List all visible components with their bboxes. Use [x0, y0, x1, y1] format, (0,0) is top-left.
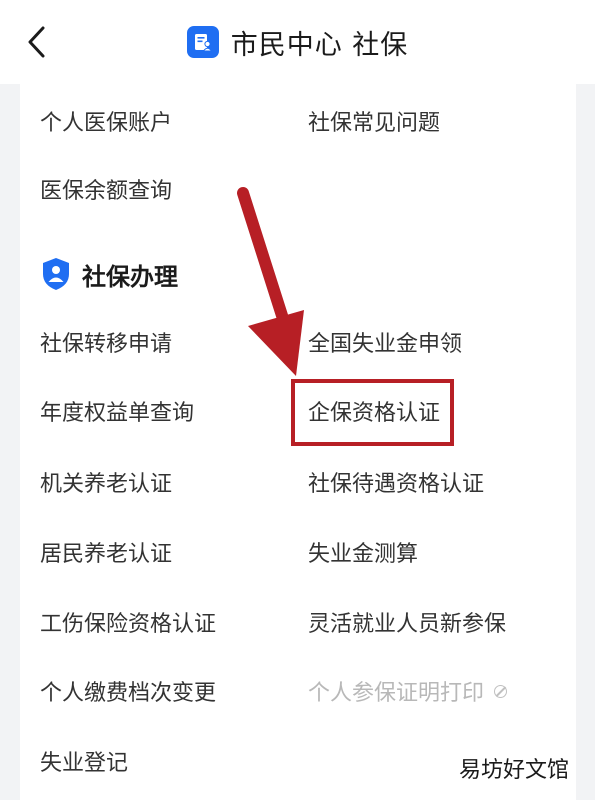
annotation-arrow-icon: [237, 187, 304, 376]
watermark: 易坊好文馆: [458, 758, 569, 783]
